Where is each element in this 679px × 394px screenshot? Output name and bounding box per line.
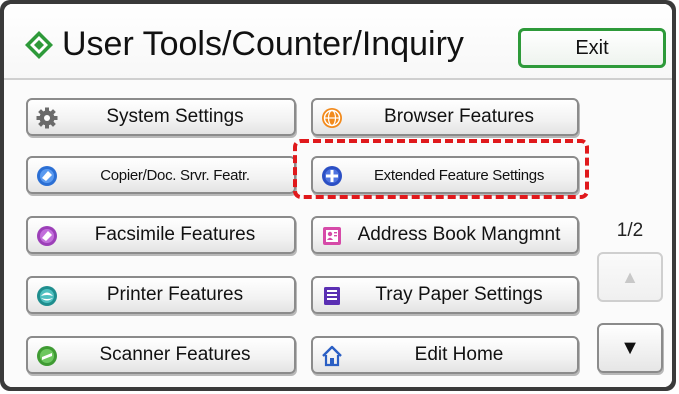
address-book-management-button[interactable]: Address Book Mangmnt bbox=[311, 216, 579, 254]
printer-icon bbox=[37, 286, 57, 306]
browser-features-button[interactable]: Browser Features bbox=[311, 98, 579, 136]
arrow-up-icon: ▲ bbox=[621, 266, 639, 287]
address-book-icon bbox=[323, 227, 341, 245]
browser-icon bbox=[322, 108, 342, 128]
scroll-up-button[interactable]: ▲ bbox=[597, 252, 663, 302]
tray-paper-settings-label: Tray Paper Settings bbox=[375, 284, 543, 305]
home-icon bbox=[322, 345, 342, 367]
printer-features-label: Printer Features bbox=[106, 284, 244, 305]
browser-features-label: Browser Features bbox=[384, 106, 534, 127]
tray-paper-settings-button[interactable]: Tray Paper Settings bbox=[311, 276, 579, 314]
page-title: User Tools/Counter/Inquiry bbox=[62, 25, 464, 63]
header: User Tools/Counter/Inquiry Exit bbox=[4, 4, 672, 80]
edit-home-label: Edit Home bbox=[414, 344, 504, 365]
copier-icon bbox=[37, 166, 57, 186]
menu-body: System Settings Copier/Doc. Srvr. Featr.… bbox=[4, 80, 672, 387]
facsimile-features-button[interactable]: Facsimile Features bbox=[26, 216, 296, 254]
exit-button[interactable]: Exit bbox=[518, 28, 666, 68]
edit-home-button[interactable]: Edit Home bbox=[311, 336, 579, 374]
facsimile-icon bbox=[37, 226, 57, 246]
system-settings-label: System Settings bbox=[106, 106, 244, 127]
system-settings-button[interactable]: System Settings bbox=[26, 98, 296, 136]
arrow-down-icon: ▼ bbox=[620, 336, 640, 359]
scanner-features-button[interactable]: Scanner Features bbox=[26, 336, 296, 374]
scanner-icon bbox=[37, 346, 57, 366]
gear-icon bbox=[36, 107, 58, 129]
extended-feature-highlight bbox=[293, 139, 589, 199]
facsimile-features-label: Facsimile Features bbox=[94, 224, 256, 245]
user-tools-icon bbox=[25, 31, 53, 59]
copier-doc-server-features-label: Copier/Doc. Srvr. Featr. bbox=[100, 166, 250, 184]
page-indicator: 1/2 bbox=[616, 220, 644, 241]
address-book-management-label: Address Book Mangmnt bbox=[357, 224, 561, 245]
printer-features-button[interactable]: Printer Features bbox=[26, 276, 296, 314]
scroll-down-button[interactable]: ▼ bbox=[597, 323, 663, 373]
tray-paper-icon bbox=[324, 287, 340, 305]
scanner-features-label: Scanner Features bbox=[99, 344, 251, 365]
copier-doc-server-features-button[interactable]: Copier/Doc. Srvr. Featr. bbox=[26, 156, 296, 194]
